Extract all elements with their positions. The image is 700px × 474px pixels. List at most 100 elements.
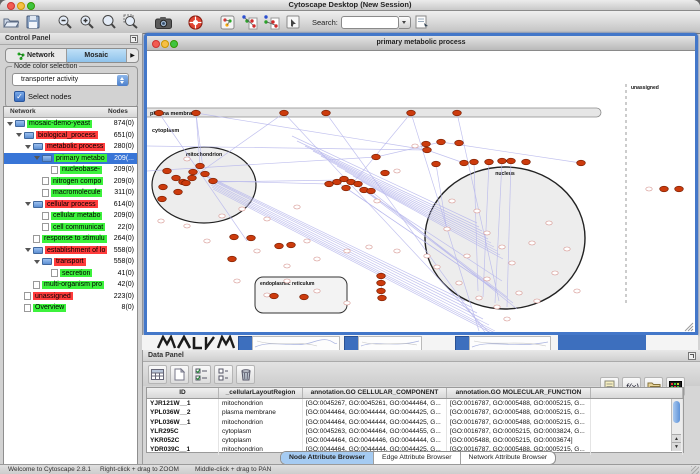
expand-arrow-icon[interactable] xyxy=(25,202,31,206)
column-header-cellular-component[interactable]: annotation.GO CELLULAR_COMPONENT xyxy=(303,388,447,398)
control-panel-header: Control Panel xyxy=(0,33,142,45)
background-window-icon[interactable] xyxy=(455,336,470,350)
tree-row-response-to-stimulu[interactable]: response to stimulu264(0) xyxy=(4,233,137,245)
background-window[interactable] xyxy=(469,336,551,350)
tree-node-count: 223(0) xyxy=(114,293,134,300)
table-cell: cytoplasm xyxy=(219,427,303,436)
data-panel-toolbar: f(x) xyxy=(143,362,700,386)
tab-network-label: Network xyxy=(27,52,55,59)
background-window-icon[interactable] xyxy=(344,336,359,350)
tab-mosaic[interactable]: Mosaic xyxy=(67,49,128,62)
tree-row-cellular-process[interactable]: cellular process614(0) xyxy=(4,199,137,211)
app-titlebar[interactable]: Cytoscape Desktop (New Session) xyxy=(0,0,700,11)
tree-row-cellular-metabo[interactable]: cellular metabo209(0) xyxy=(4,210,137,222)
table-row[interactable]: YJR121W__1mitochondrion[GO:0045267, GO:0… xyxy=(147,399,683,408)
column-header-region[interactable]: _cellularLayoutRegion xyxy=(219,388,303,398)
search-input[interactable] xyxy=(341,16,399,29)
background-windows-strip xyxy=(142,335,698,350)
expand-arrow-icon[interactable] xyxy=(16,133,22,137)
scroll-down-button[interactable]: ▼ xyxy=(672,442,681,451)
background-window-titlebar[interactable] xyxy=(558,335,646,350)
tab-node-attribute-browser[interactable]: Node Attribute Browser xyxy=(281,452,374,464)
tree-row-multi-organism-pro[interactable]: multi-organism pro42(0) xyxy=(4,279,137,291)
select-attributes-icon[interactable] xyxy=(192,365,211,384)
expand-arrow-icon[interactable] xyxy=(34,260,40,264)
tree-row-overview[interactable]: Overview8(0) xyxy=(4,302,137,314)
table-row[interactable]: YPL036W__2plasma membrane[GO:0044464, GO… xyxy=(147,408,683,417)
tab-network-attribute-browser[interactable]: Network Attribute Browser xyxy=(461,452,556,464)
tree-node-count: 280(0) xyxy=(114,143,134,150)
zoom-actual-icon[interactable] xyxy=(100,14,118,30)
network-canvas[interactable]: plasma membranecytoplasmmitochondrionnuc… xyxy=(147,51,695,332)
table-scrollbar[interactable]: ▲ ▼ xyxy=(671,399,682,451)
background-window-icon[interactable] xyxy=(238,336,253,350)
tab-edge-attribute-browser[interactable]: Edge Attribute Browser xyxy=(374,452,461,464)
dropdown-stepper[interactable] xyxy=(117,75,128,86)
search-options-icon[interactable] xyxy=(413,14,431,30)
status-welcome: Welcome to Cytoscape 2.8.1 xyxy=(8,466,91,473)
layout-1-icon[interactable] xyxy=(240,14,258,30)
network-view-titlebar[interactable]: primary metabolic process xyxy=(147,36,695,51)
tree-row-nucleobase-[interactable]: nucleobase-209(0) xyxy=(4,164,137,176)
column-header-id[interactable]: ID xyxy=(147,388,219,398)
tab-network[interactable]: Network xyxy=(6,49,67,62)
tree-row-establishment-of-lo[interactable]: establishment of lo558(0) xyxy=(4,245,137,257)
tree-row-macromolecule[interactable]: macromolecule311(0) xyxy=(4,187,137,199)
tree-column-network[interactable]: Network xyxy=(10,108,36,115)
attribute-table-icon[interactable] xyxy=(148,365,167,384)
zoom-out-icon[interactable] xyxy=(56,14,74,30)
tree-column-nodes[interactable]: Nodes xyxy=(108,108,128,115)
table-cell: YKR052C xyxy=(147,436,219,445)
tree-node-count: 558(0) xyxy=(114,247,134,254)
expand-arrow-icon[interactable] xyxy=(25,248,31,252)
tree-label: cellular process xyxy=(45,200,98,208)
open-icon[interactable] xyxy=(2,14,20,30)
snapshot-icon[interactable] xyxy=(154,14,172,30)
table-row[interactable]: YKR052Ccytoplasm[GO:0044464, GO:0044446,… xyxy=(147,436,683,445)
dropdown-value: transporter activity xyxy=(21,76,78,83)
expand-arrow-icon[interactable] xyxy=(25,145,31,149)
tree-row-secretion[interactable]: secretion41(0) xyxy=(4,268,137,280)
tab-overflow-arrow[interactable]: ▶ xyxy=(127,49,138,62)
tree-row-metabolic-process[interactable]: metabolic process280(0) xyxy=(4,141,137,153)
group-label: Node color selection xyxy=(12,63,79,70)
tree-row-unassigned[interactable]: unassigned223(0) xyxy=(4,291,137,303)
delete-attribute-icon[interactable] xyxy=(236,365,255,384)
table-row[interactable]: YPL036W__1mitochondrion[GO:0044464, GO:0… xyxy=(147,418,683,427)
tree-row-biological-process[interactable]: biological_process651(0) xyxy=(4,130,137,142)
tree-row-primary-metabo[interactable]: primary metabo209(... xyxy=(4,153,137,165)
create-attribute-icon[interactable] xyxy=(170,365,189,384)
search-dropdown-arrow[interactable] xyxy=(399,16,411,29)
table-cell: plasma membrane xyxy=(219,408,303,417)
zoom-in-icon[interactable] xyxy=(78,14,96,30)
background-window[interactable] xyxy=(358,336,422,350)
select-nodes-checkbox[interactable]: ✓ xyxy=(14,91,25,102)
tree-row-transport[interactable]: transport558(0) xyxy=(4,256,137,268)
zoom-fit-icon[interactable] xyxy=(122,14,140,30)
unselect-attributes-icon[interactable] xyxy=(214,365,233,384)
control-panel-tabs: Network Mosaic ▶ xyxy=(5,48,139,63)
network-overview-icon[interactable] xyxy=(218,14,236,30)
scrollbar-thumb[interactable] xyxy=(673,401,680,423)
table-cell: mitochondrion xyxy=(219,418,303,427)
background-window[interactable] xyxy=(252,336,340,350)
tree-header: Network Nodes xyxy=(4,107,137,118)
node-color-dropdown[interactable]: transporter activity xyxy=(12,73,129,86)
expand-arrow-icon[interactable] xyxy=(7,122,13,126)
tree-row-nitrogen-compo[interactable]: nitrogen compo209(0) xyxy=(4,176,137,188)
column-header-molecular-function[interactable]: annotation.GO MOLECULAR_FUNCTION xyxy=(447,388,591,398)
annotation-icon[interactable] xyxy=(284,14,302,30)
table-row[interactable]: YLR295Ccytoplasm[GO:0045263, GO:0044464,… xyxy=(147,427,683,436)
float-panel-icon[interactable] xyxy=(688,352,696,360)
data-panel: Data Panel f( xyxy=(142,350,700,464)
tree-row-mosaic-demo-yeast[interactable]: mosaic-demo-yeast874(0) xyxy=(4,118,137,130)
help-icon[interactable] xyxy=(186,14,204,30)
table-cell: YPL036W__2 xyxy=(147,408,219,417)
layout-2-icon[interactable] xyxy=(262,14,280,30)
file-icon xyxy=(24,304,31,312)
save-icon[interactable] xyxy=(24,14,42,30)
float-panel-icon[interactable] xyxy=(130,35,138,43)
tree-row-cell-communicat[interactable]: cell communicat22(0) xyxy=(4,222,137,234)
window-resize-grip[interactable] xyxy=(691,466,699,474)
expand-arrow-icon[interactable] xyxy=(34,156,40,160)
